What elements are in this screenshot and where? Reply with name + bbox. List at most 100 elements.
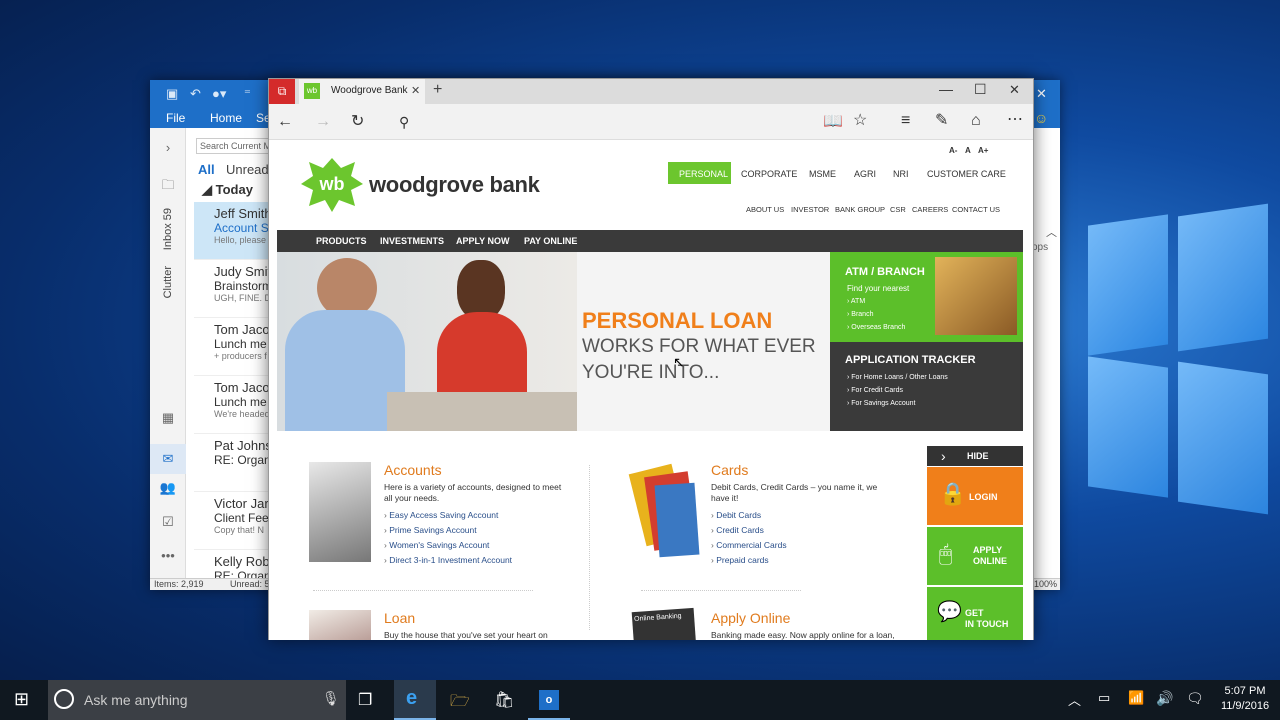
get-in-touch-button[interactable]: 💬 GET IN TOUCH <box>927 587 1023 640</box>
clock-date[interactable]: 11/9/2016 <box>1218 700 1272 712</box>
menu-home[interactable]: Home <box>210 111 242 125</box>
tab-preview-icon[interactable]: ⧉ <box>269 79 295 104</box>
atm-branch-panel[interactable]: ATM / BRANCH Find your nearest › ATM › B… <box>830 252 1023 342</box>
message-item[interactable]: Tom Jaco Lunch me We're headed <box>194 376 270 434</box>
login-button[interactable]: 🔒 LOGIN <box>927 467 1023 525</box>
cards-link[interactable]: Prepaid cards <box>711 553 891 568</box>
back-icon[interactable]: ← <box>277 112 293 132</box>
reading-view-icon[interactable]: 📖 <box>823 112 843 132</box>
font-decrease[interactable]: A- <box>949 146 957 155</box>
accounts-link[interactable]: Women's Savings Account <box>384 538 569 553</box>
cards-link[interactable]: Credit Cards <box>711 523 891 538</box>
web-note-icon[interactable]: ✎ <box>935 111 948 131</box>
clutter-folder[interactable]: Clutter <box>150 266 186 301</box>
close-icon[interactable]: ✕ <box>1036 86 1047 102</box>
search-input[interactable]: Search Current M <box>196 138 270 154</box>
atm-link-atm[interactable]: › ATM <box>847 298 865 305</box>
font-increase[interactable]: A+ <box>978 146 988 155</box>
zoom-level[interactable]: 100% <box>1034 579 1057 589</box>
calendar-icon[interactable]: ▦ <box>150 410 186 426</box>
microphone-icon[interactable]: 🎙 <box>322 690 340 707</box>
accounts-link[interactable]: Direct 3-in-1 Investment Account <box>384 553 569 568</box>
more-icon[interactable]: ••• <box>150 548 186 563</box>
nav-investments[interactable]: INVESTMENTS <box>380 236 444 246</box>
folder-icon[interactable]: 🗀 <box>150 176 186 198</box>
clock-time[interactable]: 5:07 PM <box>1222 685 1268 697</box>
smiley-icon[interactable]: ☺ <box>1034 110 1048 126</box>
new-tab-icon[interactable]: + <box>433 81 442 99</box>
message-item[interactable]: Kelly Rob RE: Organ <box>194 550 270 580</box>
group-today[interactable]: ◢ Today <box>202 182 253 198</box>
accounts-link[interactable]: Easy Access Saving Account <box>384 508 569 523</box>
forward-icon[interactable]: → <box>315 112 331 132</box>
taskbar-outlook[interactable]: o <box>528 680 570 720</box>
cards-title[interactable]: Cards <box>711 462 891 478</box>
taskbar-edge[interactable]: e <box>394 680 436 720</box>
collapse-chevron-icon[interactable]: ︿ <box>1046 224 1057 240</box>
tab-close-icon[interactable]: ✕ <box>411 84 420 97</box>
message-item[interactable]: Pat Johns RE: Organ <box>194 434 270 492</box>
nav-apply-now[interactable]: APPLY NOW <box>456 236 510 246</box>
account-icon[interactable]: ●▾ <box>212 86 226 102</box>
nav-nri[interactable]: NRI <box>893 169 909 179</box>
filter-unread[interactable]: Unread <box>226 162 269 177</box>
inbox-folder[interactable]: Inbox 59 <box>150 208 186 253</box>
hub-icon[interactable]: ≡ <box>901 111 910 131</box>
show-hidden-icons[interactable]: ︿ <box>1068 690 1081 709</box>
refresh-icon[interactable]: ↻ <box>351 112 364 132</box>
message-item[interactable]: Judy Smit Brainstorm UGH, FINE. D <box>194 260 270 318</box>
accounts-link[interactable]: Prime Savings Account <box>384 523 569 538</box>
battery-icon[interactable]: ▭ <box>1098 690 1110 706</box>
start-icon[interactable]: ⊞ <box>14 689 29 710</box>
application-tracker-panel[interactable]: APPLICATION TRACKER › For Home Loans / O… <box>830 342 1023 431</box>
nav-msme[interactable]: MSME <box>809 169 836 179</box>
menu-file[interactable]: File <box>166 111 185 125</box>
atm-link-overseas[interactable]: › Overseas Branch <box>847 324 905 331</box>
tracker-link-credit-cards[interactable]: › For Credit Cards <box>847 387 903 394</box>
apply-online-button[interactable]: 🖱 APPLY ONLINE <box>927 527 1023 585</box>
expand-chevron-icon[interactable]: › <box>150 140 186 155</box>
cards-link[interactable]: Debit Cards <box>711 508 891 523</box>
bank-logo[interactable]: wb <box>299 156 365 212</box>
link-careers[interactable]: CAREERS <box>912 205 948 214</box>
nav-pay-online[interactable]: PAY ONLINE <box>524 236 577 246</box>
message-item[interactable]: Jeff Smith Account S Hello, please <box>194 202 270 260</box>
nav-corporate[interactable]: CORPORATE <box>741 169 797 179</box>
link-bank-group[interactable]: BANK GROUP <box>835 205 885 214</box>
tasks-icon[interactable]: ☑ <box>150 514 186 530</box>
maximize-icon[interactable]: ☐ <box>974 81 987 98</box>
quick-access-menu-icon[interactable]: ⁼ <box>244 86 251 102</box>
minimize-icon[interactable]: — <box>939 81 953 97</box>
store-icon[interactable]: 🛍 <box>494 690 514 710</box>
filter-all[interactable]: All <box>198 162 215 177</box>
cards-link[interactable]: Commercial Cards <box>711 538 891 553</box>
volume-icon[interactable]: 🔊 <box>1156 690 1173 707</box>
address-search-icon[interactable]: ⚲ <box>399 112 409 132</box>
apply-title[interactable]: Apply Online <box>711 610 901 626</box>
hide-button[interactable]: › HIDE <box>927 446 1023 466</box>
message-item[interactable]: Tom Jaco Lunch me + producers f <box>194 318 270 376</box>
tab-woodgrove[interactable]: wb Woodgrove Bank ✕ <box>299 79 425 104</box>
nav-products[interactable]: PRODUCTS <box>316 236 367 246</box>
atm-link-branch[interactable]: › Branch <box>847 311 873 318</box>
hero-banner[interactable]: PERSONAL LOAN WORKS FOR WHAT EVER YOU'RE… <box>277 252 1023 431</box>
file-explorer-icon[interactable]: 🗁 <box>450 690 470 717</box>
link-contact-us[interactable]: CONTACT US <box>952 205 1000 214</box>
link-investor[interactable]: INVESTOR <box>791 205 829 214</box>
mail-icon[interactable]: ✉ <box>150 444 186 474</box>
loan-title[interactable]: Loan <box>384 610 569 626</box>
undo-icon[interactable]: ↶ <box>190 86 201 102</box>
nav-agri[interactable]: AGRI <box>854 169 876 179</box>
nav-customer-care[interactable]: CUSTOMER CARE <box>927 169 1006 179</box>
share-icon[interactable]: ⌂ <box>971 111 981 131</box>
nav-personal[interactable]: PERSONAL <box>679 169 728 179</box>
link-about-us[interactable]: ABOUT US <box>746 205 784 214</box>
save-icon[interactable]: ▣ <box>166 86 178 102</box>
search-box[interactable]: Ask me anything 🎙 <box>48 680 346 720</box>
more-actions-icon[interactable]: ⋯ <box>1007 110 1023 130</box>
edge-window[interactable]: ⧉ wb Woodgrove Bank ✕ + — ☐ ✕ ← → ↻ ⚲ 📖 … <box>268 78 1034 640</box>
font-reset[interactable]: A <box>965 146 971 155</box>
favorite-star-icon[interactable]: ☆ <box>853 111 867 131</box>
people-icon[interactable]: 👥 <box>150 480 186 496</box>
wifi-icon[interactable]: 📶 <box>1128 690 1144 706</box>
